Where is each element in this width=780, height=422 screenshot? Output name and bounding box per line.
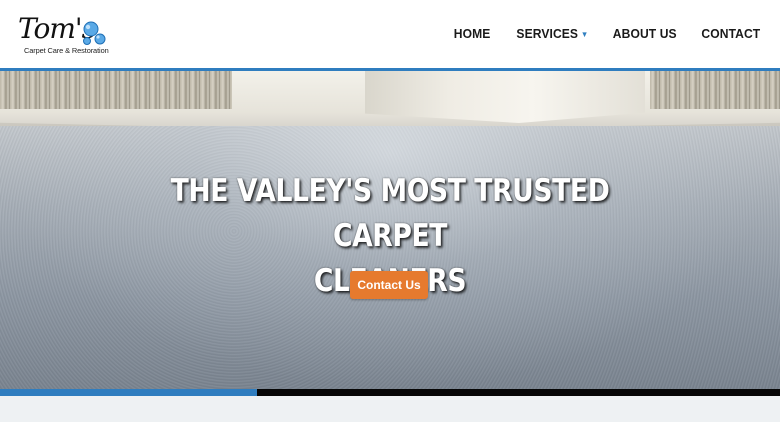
site-header: Tom's Carpet Care & Restoration HOME SER… [0, 0, 780, 68]
nav-item-label: SERVICES [516, 26, 578, 41]
hero-background-radiator [650, 71, 780, 109]
nav-item-about-us[interactable]: ABOUT US [613, 23, 677, 45]
logo[interactable]: Tom's Carpet Care & Restoration [14, 12, 114, 58]
hero-headline-line-1: THE VALLEY'S MOST TRUSTED CARPET [170, 173, 610, 254]
nav-item-label: ABOUT US [612, 26, 677, 41]
nav-item-services[interactable]: SERVICES ▼ [516, 22, 588, 46]
hero-banner: THE VALLEY'S MOST TRUSTED CARPET CLEANER… [0, 71, 780, 389]
nav-item-label: CONTACT [701, 26, 760, 41]
nav-item-home[interactable]: HOME [454, 23, 491, 45]
contact-us-button[interactable]: Contact Us [350, 271, 428, 299]
next-section-band [0, 396, 780, 422]
chevron-down-icon: ▼ [580, 30, 588, 39]
hero-background-radiator [0, 71, 232, 109]
nav-item-contact[interactable]: CONTACT [701, 23, 760, 45]
hero-background-wall-corner [365, 71, 645, 123]
nav-item-label: HOME [454, 26, 491, 41]
logo-tagline: Carpet Care & Restoration [24, 46, 109, 55]
slider-progress-fill [0, 389, 258, 396]
main-nav: HOME SERVICES ▼ ABOUT US CONTACT [431, 23, 760, 45]
slider-progress-bar [0, 389, 780, 396]
bubbles-icon [83, 21, 106, 45]
